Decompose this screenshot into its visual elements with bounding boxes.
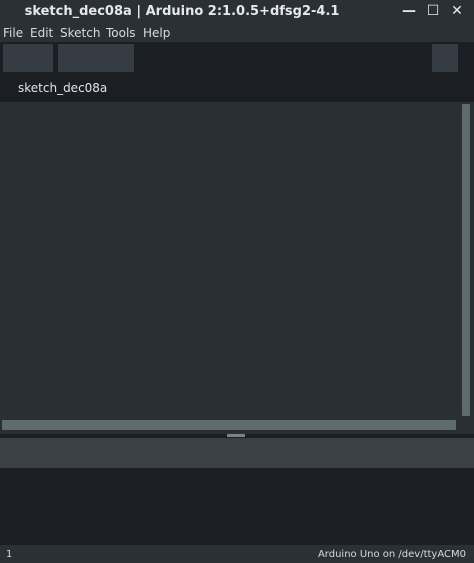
tab-strip: sketch_dec08a xyxy=(0,74,474,102)
maximize-button[interactable]: ☐ xyxy=(424,2,442,20)
toolbar xyxy=(0,42,474,74)
code-editor[interactable] xyxy=(0,102,474,418)
menu-tools[interactable]: Tools xyxy=(106,26,136,40)
status-area xyxy=(0,438,474,468)
horizontal-scroll-thumb[interactable] xyxy=(2,420,456,430)
menu-help[interactable]: Help xyxy=(143,26,170,40)
status-footer: 1 Arduino Uno on /dev/ttyACM0 xyxy=(0,545,474,563)
serial-monitor-button[interactable] xyxy=(432,44,458,72)
upload-button[interactable] xyxy=(58,44,134,72)
menu-bar: File Edit Sketch Tools Help xyxy=(0,24,474,42)
board-port-label: Arduino Uno on /dev/ttyACM0 xyxy=(317,549,466,560)
vertical-scroll-thumb[interactable] xyxy=(462,104,470,416)
line-number: 1 xyxy=(6,549,13,560)
drag-handle-icon[interactable] xyxy=(227,434,245,437)
console-output xyxy=(0,468,474,545)
horizontal-scrollbar[interactable] xyxy=(0,418,474,434)
menu-edit[interactable]: Edit xyxy=(30,26,53,40)
minimize-button[interactable]: — xyxy=(400,2,418,20)
tab-sketch[interactable]: sketch_dec08a xyxy=(18,81,107,95)
menu-file[interactable]: File xyxy=(3,26,23,40)
title-bar: sketch_dec08a | Arduino 2:1.0.5+dfsg2-4.… xyxy=(0,0,474,24)
verify-button[interactable] xyxy=(3,44,53,72)
close-button[interactable]: ✕ xyxy=(448,2,466,20)
menu-sketch[interactable]: Sketch xyxy=(60,26,100,40)
vertical-scrollbar[interactable] xyxy=(460,102,474,418)
